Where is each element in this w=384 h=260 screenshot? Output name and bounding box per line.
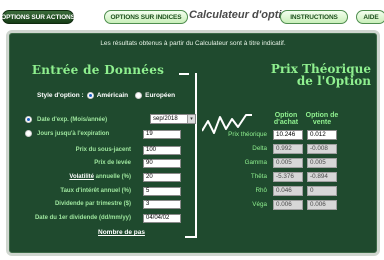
date-exp-value: sep/2018 bbox=[153, 116, 178, 122]
entree-heading: Entrée de Données bbox=[31, 63, 165, 77]
bracket-vertical bbox=[195, 73, 197, 238]
date-dividende-input[interactable]: 04/04/02 bbox=[143, 214, 181, 223]
taux-input[interactable]: 5 bbox=[143, 187, 181, 196]
radio-americain[interactable] bbox=[86, 92, 94, 99]
volatilite-suffix: annuelle (%) bbox=[93, 174, 131, 180]
result-achat-value: 0.006 bbox=[273, 200, 303, 210]
jours-input[interactable]: 19 bbox=[143, 130, 181, 139]
volatilite-link[interactable]: Volatilité bbox=[69, 174, 94, 180]
prix-heading: Prix Théorique de l'Option bbox=[255, 63, 371, 87]
tab-aide[interactable]: AIDE bbox=[356, 10, 384, 24]
date-exp-label: Date d'exp. (Mois/année) bbox=[37, 117, 108, 123]
prix-levee-input[interactable]: 90 bbox=[143, 159, 181, 168]
result-label: Delta bbox=[252, 145, 267, 152]
radio-europeen[interactable] bbox=[135, 92, 143, 99]
bracket-top bbox=[179, 73, 189, 75]
col-vente-header: Option de vente bbox=[305, 112, 339, 126]
result-achat-value: 10.246 bbox=[273, 130, 303, 140]
volatilite-label: Volatilité annuelle (%) bbox=[69, 174, 131, 180]
result-vente-value: -0.894 bbox=[307, 172, 337, 182]
disclaimer-text: Les résultats obtenus à partir du Calcul… bbox=[100, 40, 286, 47]
dividende-input[interactable]: 3 bbox=[143, 200, 181, 209]
result-vente-value: 0.012 bbox=[307, 130, 337, 140]
prix-sous-jacent-input[interactable]: 100 bbox=[143, 146, 181, 155]
result-label: Gamma bbox=[244, 159, 267, 166]
option-style-row: Style d'option : Américain Européen bbox=[37, 92, 175, 99]
result-label: Véga bbox=[252, 201, 267, 208]
tab-options-sur-actions[interactable]: OPTIONS SUR ACTIONS bbox=[1, 10, 75, 24]
volatilite-input[interactable]: 20 bbox=[143, 173, 181, 182]
chevron-down-icon: ▾ bbox=[187, 115, 195, 123]
result-label: Rhô bbox=[255, 187, 267, 194]
dividende-label: Dividende par trimestre ($) bbox=[54, 201, 131, 207]
date-dividende-label: Date du 1er dividende (dd/mm/yy) bbox=[34, 215, 131, 221]
bracket-bottom bbox=[185, 236, 195, 238]
result-vente-value: -0.008 bbox=[307, 144, 337, 154]
tab-bar: OPTIONS SUR ACTIONS OPTIONS SUR INDICES … bbox=[0, 0, 384, 32]
result-achat-value: 0.005 bbox=[273, 158, 303, 168]
result-vente-value: 0.005 bbox=[307, 158, 337, 168]
result-achat-value: 0.992 bbox=[273, 144, 303, 154]
calculator-panel: Les résultats obtenus à partir du Calcul… bbox=[6, 30, 380, 256]
result-vente-value: 0.006 bbox=[307, 200, 337, 210]
result-label: Thêta bbox=[250, 173, 267, 180]
nombre-de-pas-link[interactable]: Nombre de pas bbox=[98, 229, 145, 236]
result-vente-value: 0 bbox=[307, 186, 337, 196]
jours-label: Jours jusqu'à l'expiration bbox=[37, 131, 110, 137]
taux-label: Taux d'intérêt annuel (%) bbox=[60, 188, 131, 194]
radio-americain-label: Américain bbox=[96, 92, 129, 99]
tab-options-sur-indices[interactable]: OPTIONS SUR INDICES bbox=[104, 10, 188, 24]
prix-heading-line2: de l'Option bbox=[296, 74, 371, 88]
option-style-label: Style d'option : bbox=[37, 92, 84, 99]
prix-sous-jacent-label: Prix du sous-jacent bbox=[75, 147, 131, 153]
tab-instructions[interactable]: INSTRUCTIONS bbox=[280, 10, 348, 24]
radio-europeen-label: Européen bbox=[145, 92, 176, 99]
col-achat-header: Option d'achat bbox=[273, 112, 299, 126]
prix-levee-label: Prix de levée bbox=[94, 160, 131, 166]
radio-jours[interactable] bbox=[25, 130, 32, 137]
result-label: Prix théorique bbox=[228, 131, 267, 138]
date-exp-select[interactable]: sep/2018 ▾ bbox=[150, 114, 196, 124]
result-achat-value: -5.376 bbox=[273, 172, 303, 182]
radio-date-exp[interactable] bbox=[25, 116, 32, 123]
result-achat-value: 0.046 bbox=[273, 186, 303, 196]
